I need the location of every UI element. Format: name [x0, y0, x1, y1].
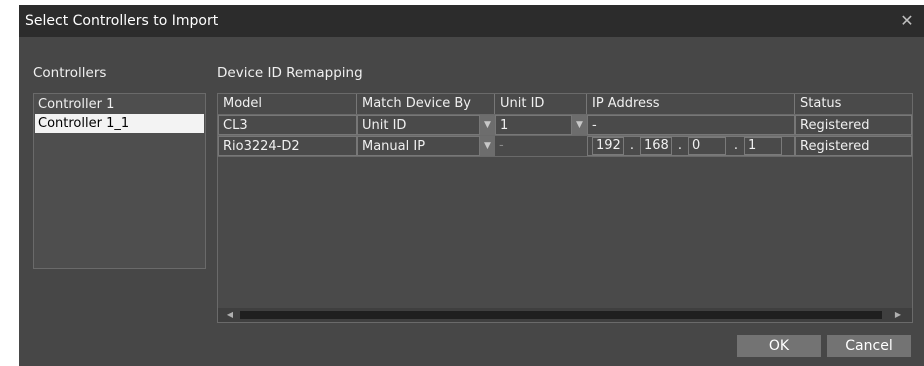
ip-octet-1[interactable]: 192	[592, 137, 624, 155]
scroll-left-icon[interactable]: ◀	[222, 308, 238, 322]
row2-unit-id-disabled: -	[499, 138, 504, 153]
row1-status: Registered	[795, 115, 912, 135]
ip-separator: .	[733, 138, 739, 153]
horizontal-scrollbar[interactable]: ◀ ▶	[218, 308, 912, 322]
ip-octet-2[interactable]: 168	[640, 137, 672, 155]
row2-ip-address-field: 192 . 168 . 0 . 1	[587, 136, 795, 156]
title-bar: Select Controllers to Import ✕	[19, 5, 924, 37]
ip-octet-4[interactable]: 1	[744, 137, 782, 155]
device-id-remapping-label: Device ID Remapping	[217, 65, 363, 81]
column-header-model[interactable]: Model	[218, 94, 357, 114]
column-header-match-device-by[interactable]: Match Device By	[357, 94, 495, 114]
column-header-status[interactable]: Status	[795, 94, 912, 114]
cancel-button[interactable]: Cancel	[827, 335, 911, 357]
controllers-label: Controllers	[33, 65, 107, 81]
close-icon[interactable]: ✕	[894, 8, 920, 34]
ip-octet-3[interactable]: 0	[688, 137, 726, 155]
chevron-down-icon[interactable]: ▼	[480, 115, 495, 135]
row1-ip-address: -	[587, 115, 795, 135]
column-header-unit-id[interactable]: Unit ID	[495, 94, 587, 114]
device-id-remapping-table: Model Match Device By Unit ID IP Address…	[217, 93, 913, 323]
dialog-title: Select Controllers to Import	[25, 13, 219, 29]
chevron-down-icon[interactable]: ▼	[572, 115, 587, 135]
ip-separator: .	[629, 138, 635, 153]
row2-model: Rio3224-D2	[218, 136, 357, 156]
ok-button[interactable]: OK	[737, 335, 821, 357]
row1-unit-id-select[interactable]: 1	[495, 115, 572, 135]
column-header-ip-address[interactable]: IP Address	[587, 94, 795, 114]
scrollbar-thumb[interactable]	[240, 311, 882, 319]
import-controllers-dialog: Select Controllers to Import ✕ Controlle…	[19, 5, 924, 366]
row1-model: CL3	[218, 115, 357, 135]
ip-separator: .	[677, 138, 683, 153]
row1-match-device-by-select[interactable]: Unit ID	[357, 115, 480, 135]
row-divider	[218, 156, 912, 157]
controllers-list[interactable]: Controller 1 Controller 1_1	[33, 93, 206, 269]
controller-item[interactable]: Controller 1	[35, 95, 204, 114]
chevron-down-icon[interactable]: ▼	[480, 136, 495, 156]
row2-status: Registered	[795, 136, 912, 156]
row2-match-device-by-select[interactable]: Manual IP	[357, 136, 480, 156]
controller-item-selected[interactable]: Controller 1_1	[35, 114, 204, 133]
scroll-right-icon[interactable]: ▶	[890, 308, 906, 322]
